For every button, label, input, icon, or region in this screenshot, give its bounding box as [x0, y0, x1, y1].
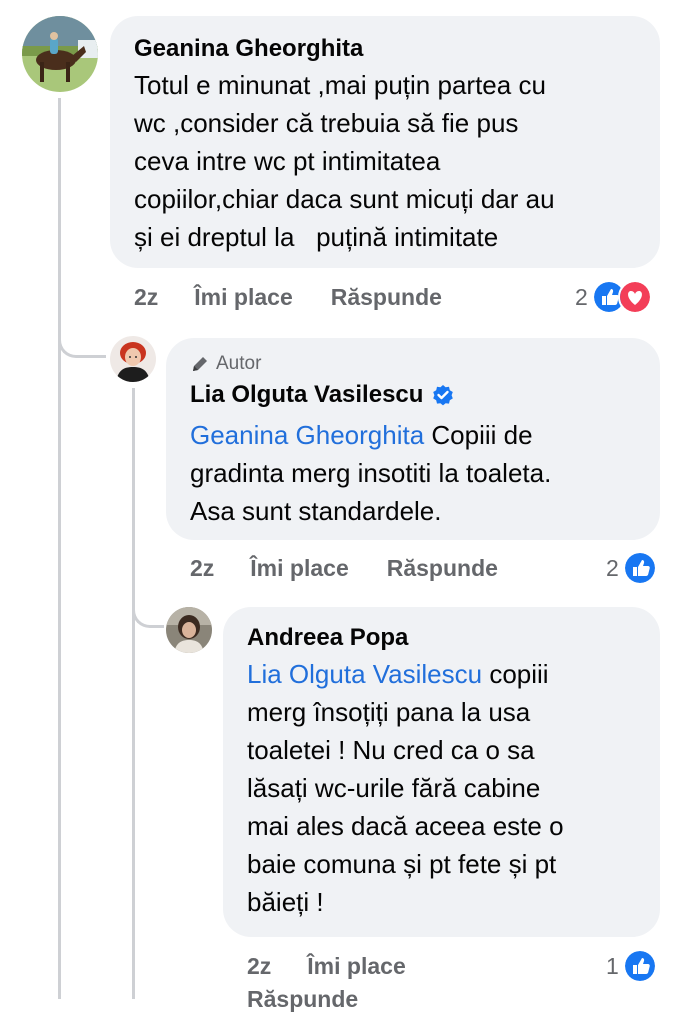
like-button[interactable]: Îmi place	[250, 555, 348, 582]
reaction-summary[interactable]: 2	[606, 551, 657, 585]
comment-timestamp[interactable]: 2z	[247, 953, 271, 980]
comment-text: Lia Olguta Vasilescu copiii merg însoțiț…	[247, 659, 564, 917]
comment-actions: 2z Îmi place Răspunde	[190, 555, 498, 582]
comment-bubble: Andreea Popa Lia Olguta Vasilescu copiii…	[223, 607, 660, 937]
comment-actions: 2z Îmi place	[247, 953, 444, 980]
thread-connector	[58, 320, 106, 358]
like-button[interactable]: Îmi place	[194, 284, 292, 311]
like-button[interactable]: Îmi place	[307, 953, 405, 980]
pencil-icon	[193, 357, 207, 371]
comment-author-name[interactable]: Andreea Popa	[247, 623, 636, 653]
love-reaction-icon	[617, 280, 652, 314]
reaction-count: 2	[575, 283, 588, 310]
reply-button[interactable]: Răspunde	[247, 986, 358, 1013]
comment-author-name[interactable]: Geanina Gheorghita	[134, 34, 636, 64]
reply-button[interactable]: Răspunde	[387, 555, 498, 582]
mention-link[interactable]: Lia Olguta Vasilescu	[247, 659, 482, 689]
avatar[interactable]	[166, 607, 212, 653]
reaction-count: 1	[606, 952, 619, 979]
comment-actions: 2z Îmi place Răspunde	[134, 284, 442, 311]
thread-line	[58, 98, 61, 999]
comment-author-name[interactable]: Lia Olguta Vasilescu	[190, 380, 636, 410]
comment-timestamp[interactable]: 2z	[134, 284, 158, 311]
reaction-count: 2	[606, 554, 619, 581]
comment-text: Totul e minunat ,mai puțin partea cu wc …	[134, 70, 555, 252]
verified-badge-icon	[433, 385, 454, 406]
like-reaction-icon	[622, 551, 657, 585]
comment-timestamp[interactable]: 2z	[190, 555, 214, 582]
mention-link[interactable]: Geanina Gheorghita	[190, 420, 424, 450]
thread-line	[132, 388, 135, 999]
like-reaction-icon	[622, 949, 657, 983]
comment-bubble: Geanina Gheorghita Totul e minunat ,mai …	[110, 16, 660, 268]
reaction-summary[interactable]: 2	[575, 280, 652, 314]
reply-button[interactable]: Răspunde	[331, 284, 442, 311]
comment-text: Geanina Gheorghita Copiii de gradinta me…	[190, 420, 552, 526]
thread-connector	[132, 590, 164, 628]
comment-bubble: Autor Lia Olguta Vasilescu Geanina Gheor…	[166, 338, 660, 540]
avatar[interactable]	[22, 16, 98, 92]
avatar[interactable]	[110, 336, 156, 382]
reaction-summary[interactable]: 1	[606, 949, 657, 983]
author-badge: Autor	[190, 352, 636, 376]
